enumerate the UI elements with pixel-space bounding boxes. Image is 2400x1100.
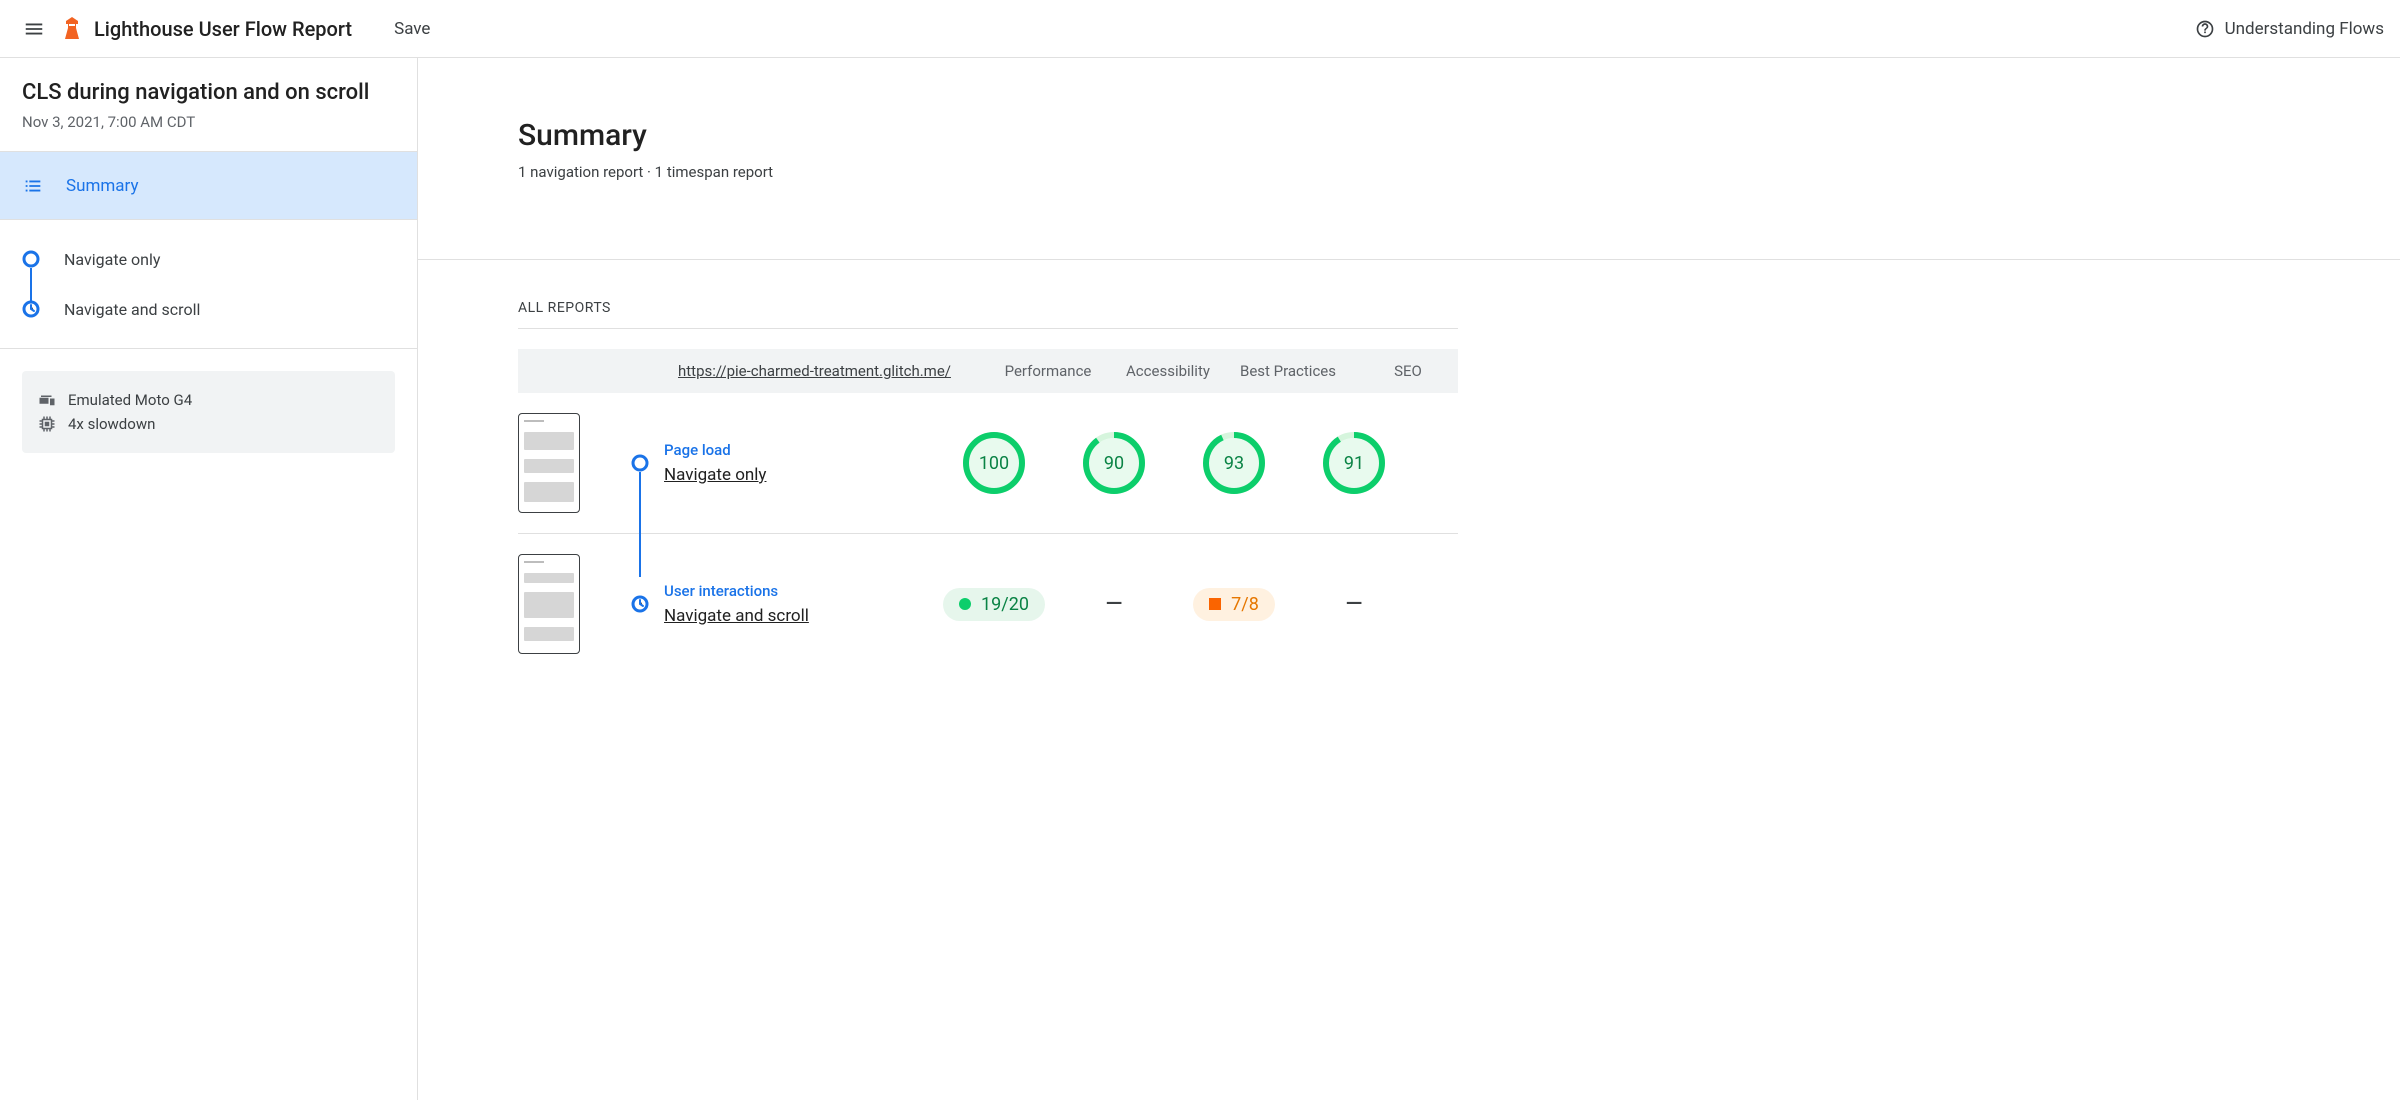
lighthouse-logo-icon [62, 17, 82, 41]
step-name-link[interactable]: Navigate and scroll [664, 606, 934, 626]
flow-connector [30, 268, 32, 302]
sidebar-step-label: Navigate and scroll [64, 300, 200, 319]
hamburger-icon [23, 18, 45, 40]
col-seo: SEO [1348, 362, 1468, 380]
cpu-icon [38, 415, 56, 433]
all-reports-heading: ALL REPORTS [518, 300, 2400, 316]
sidebar-step-navigate-and-scroll[interactable]: Navigate and scroll [0, 284, 417, 334]
fraction-best-practices: 7/8 [1193, 588, 1275, 621]
flow-date: Nov 3, 2021, 7:00 AM CDT [22, 113, 395, 131]
report-url[interactable]: https://pie-charmed-treatment.glitch.me/ [678, 362, 988, 380]
menu-button[interactable] [16, 11, 52, 47]
gauge-accessibility: 90 [1083, 432, 1145, 494]
navigation-icon [22, 250, 40, 268]
flow-connector [639, 472, 641, 577]
timespan-icon [22, 300, 40, 318]
col-best-practices: Best Practices [1228, 362, 1348, 380]
sidebar-summary[interactable]: Summary [0, 152, 417, 220]
gauge-seo: 91 [1323, 432, 1385, 494]
list-icon [22, 175, 44, 197]
table-header: https://pie-charmed-treatment.glitch.me/… [518, 349, 1458, 393]
not-applicable: — [1106, 592, 1123, 617]
gauge-best-practices: 93 [1203, 432, 1265, 494]
help-label: Understanding Flows [2225, 19, 2384, 39]
col-accessibility: Accessibility [1108, 362, 1228, 380]
step-kind-label: Page load [664, 441, 934, 459]
timespan-icon [631, 595, 649, 613]
app-title: Lighthouse User Flow Report [94, 17, 352, 41]
page-subtitle: 1 navigation report · 1 timespan report [518, 163, 2400, 181]
navigation-icon [631, 454, 649, 472]
step-name-link[interactable]: Navigate only [664, 465, 934, 485]
environment-info: Emulated Moto G4 4x slowdown [22, 371, 395, 453]
step-kind-label: User interactions [664, 582, 934, 600]
device-label: Emulated Moto G4 [68, 391, 192, 409]
gauge-performance: 100 [963, 432, 1025, 494]
save-button[interactable]: Save [394, 19, 430, 39]
col-performance: Performance [988, 362, 1108, 380]
not-applicable: — [1346, 592, 1363, 617]
sidebar-step-label: Navigate only [64, 250, 160, 269]
table-row: Page load Navigate only 100 90 [518, 393, 1458, 534]
sidebar-summary-label: Summary [66, 176, 138, 196]
sidebar: CLS during navigation and on scroll Nov … [0, 58, 418, 1100]
devices-icon [38, 391, 56, 409]
average-square-icon [1209, 598, 1221, 610]
fraction-performance: 19/20 [943, 588, 1045, 621]
pass-dot-icon [959, 598, 971, 610]
flow-title: CLS during navigation and on scroll [22, 80, 395, 105]
help-icon [2195, 19, 2215, 39]
screenshot-thumbnail [518, 554, 580, 654]
help-link[interactable]: Understanding Flows [2195, 19, 2384, 39]
page-title: Summary [518, 118, 2400, 153]
table-row: User interactions Navigate and scroll 19… [518, 534, 1458, 674]
main-content: Summary 1 navigation report · 1 timespan… [418, 58, 2400, 1100]
sidebar-step-navigate-only[interactable]: Navigate only [0, 234, 417, 284]
cpu-throttle-label: 4x slowdown [68, 415, 155, 433]
screenshot-thumbnail [518, 413, 580, 513]
